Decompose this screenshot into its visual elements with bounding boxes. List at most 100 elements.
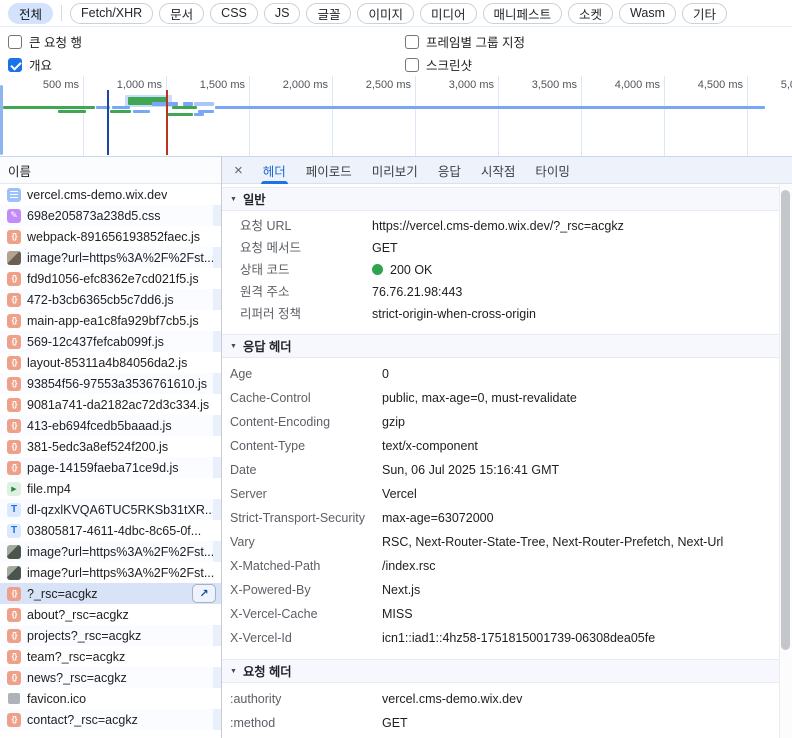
request-name: webpack-891656193852faec.js (27, 230, 200, 244)
header-value: /index.rsc (382, 559, 444, 574)
js-file-icon (7, 461, 21, 475)
network-overview-timeline[interactable]: 500 ms1,000 ms1,500 ms2,000 ms2,500 ms3,… (0, 76, 792, 157)
js-file-icon (7, 272, 21, 286)
open-in-new-tab-button[interactable]: ↗ (192, 584, 216, 603)
timeline-tick-label: 3,000 ms (428, 79, 494, 91)
collapse-arrow-icon: ▼ (230, 668, 237, 675)
filter-pill-other[interactable]: 기타 (682, 3, 727, 24)
checkbox-label: 스크린샷 (426, 55, 472, 74)
header-name: X-Vercel-Cache (222, 607, 382, 622)
section-title: 응답 헤더 (243, 337, 292, 355)
tab-preview[interactable]: 미리보기 (372, 157, 418, 184)
request-row[interactable]: image?url=https%3A%2F%2Fst... (0, 562, 221, 583)
overview-checkbox[interactable]: 개요 (8, 55, 405, 74)
section-header-general[interactable]: ▼일반 (222, 187, 779, 211)
request-name: team?_rsc=acgkz (27, 650, 125, 664)
section-title: 일반 (243, 190, 266, 208)
overview-waterfall-bar (110, 110, 131, 113)
big-request-rows-checkbox[interactable]: 큰 요청 행 (8, 32, 405, 51)
big-request-rows-checkbox-box[interactable] (8, 35, 22, 49)
section-header-response[interactable]: ▼응답 헤더 (222, 334, 779, 358)
pill-divider (61, 5, 62, 21)
filter-pill-font[interactable]: 글꼴 (306, 3, 351, 24)
filter-pill-wasm[interactable]: Wasm (619, 3, 676, 24)
request-row[interactable]: main-app-ea1c8fa929bf7cb5.js (0, 310, 221, 331)
overview-left-handle[interactable] (0, 85, 3, 155)
header-value: Next.js (382, 583, 428, 598)
filter-pill-manifest[interactable]: 매니페스트 (483, 3, 563, 24)
request-row[interactable]: 03805817-4611-4dbc-8c65-0f... (0, 520, 221, 541)
request-row[interactable]: team?_rsc=acgkz (0, 646, 221, 667)
filter-pill-js[interactable]: JS (264, 3, 301, 24)
request-row[interactable]: favicon.ico (0, 688, 221, 709)
request-row[interactable]: projects?_rsc=acgkz (0, 625, 221, 646)
section-response: ▼응답 헤더Age0Cache-Controlpublic, max-age=0… (222, 334, 779, 659)
request-name: file.mp4 (27, 482, 71, 496)
header-name: Server (222, 487, 382, 502)
filter-pill-document[interactable]: 문서 (159, 3, 204, 24)
screenshots-checkbox[interactable]: 스크린샷 (405, 55, 792, 74)
header-row: 요청 URLhttps://vercel.cms-demo.wix.dev/?_… (222, 215, 779, 237)
filter-pill-socket[interactable]: 소켓 (568, 3, 613, 24)
timeline-gridline (498, 76, 499, 156)
request-row[interactable]: file.mp4 (0, 478, 221, 499)
timeline-tick-label: 3,500 ms (511, 79, 577, 91)
header-value: strict-origin-when-cross-origin (372, 307, 544, 322)
request-row[interactable]: page-14159faeba71ce9d.js (0, 457, 221, 478)
request-row[interactable]: news?_rsc=acgkz (0, 667, 221, 688)
header-row: ServerVercel (222, 482, 779, 506)
tab-payload[interactable]: 페이로드 (306, 157, 352, 184)
filter-pill-fetch-xhr[interactable]: Fetch/XHR (70, 3, 153, 24)
header-value: GET (382, 716, 416, 731)
request-name: layout-85311a4b84056da2.js (27, 356, 187, 370)
section-header-request[interactable]: ▼ 요청 헤더 (222, 659, 779, 683)
header-name: X-Powered-By (222, 583, 382, 598)
filter-pill-all[interactable]: 전체 (8, 3, 53, 24)
request-row[interactable]: layout-85311a4b84056da2.js (0, 352, 221, 373)
fetch-file-icon (7, 629, 21, 643)
request-row[interactable]: image?url=https%3A%2F%2Fst... (0, 247, 221, 268)
group-by-frame-checkbox[interactable]: 프레임별 그룹 지정 (405, 32, 792, 51)
details-scrollbar[interactable] (779, 184, 792, 738)
request-row[interactable]: vercel.cms-demo.wix.dev (0, 184, 221, 205)
screenshots-checkbox-box[interactable] (405, 58, 419, 72)
scrollbar-thumb[interactable] (781, 190, 790, 650)
request-row[interactable]: 569-12c437fefcab099f.js (0, 331, 221, 352)
header-name: Cache-Control (222, 391, 382, 406)
tab-timing[interactable]: 타이밍 (535, 157, 570, 184)
request-name: 698e205873a238d5.css (27, 209, 160, 223)
header-value: 200 OK (372, 263, 440, 278)
section-title: 요청 헤더 (243, 662, 292, 680)
request-row[interactable]: contact?_rsc=acgkz (0, 709, 221, 730)
timeline-tick-label: 500 ms (13, 79, 79, 91)
request-name: vercel.cms-demo.wix.dev (27, 188, 167, 202)
dom-content-loaded-line (107, 90, 109, 155)
filter-pill-image[interactable]: 이미지 (357, 3, 414, 24)
timeline-tick-label: 1,000 ms (96, 79, 162, 91)
request-row[interactable]: fd9d1056-efc8362e7cd021f5.js (0, 268, 221, 289)
request-row[interactable]: 9081a741-da2182ac72d3c334.js (0, 394, 221, 415)
name-column-header[interactable]: 이름 (0, 157, 221, 184)
request-row[interactable]: about?_rsc=acgkz (0, 604, 221, 625)
close-icon[interactable]: × (234, 163, 243, 178)
tab-response[interactable]: 응답 (438, 157, 461, 184)
group-by-frame-checkbox-box[interactable] (405, 35, 419, 49)
section-rows: 요청 URLhttps://vercel.cms-demo.wix.dev/?_… (222, 211, 779, 334)
request-row[interactable]: 472-b3cb6365cb5c7dd6.js (0, 289, 221, 310)
request-list-panel: 이름 vercel.cms-demo.wix.dev 698e205873a238… (0, 157, 222, 738)
request-row[interactable]: 698e205873a238d5.css (0, 205, 221, 226)
network-filter-bar: 전체 Fetch/XHR 문서 CSS JS글꼴 이미지 미디어 매니페스트소켓 Wasm 기타 (0, 0, 792, 27)
overview-checkbox-box[interactable] (8, 58, 22, 72)
request-row[interactable]: 413-eb694fcedb5baaad.js (0, 415, 221, 436)
request-row[interactable]: ?_rsc=acgkz↗ (0, 583, 221, 604)
filter-pill-media[interactable]: 미디어 (420, 3, 477, 24)
request-row[interactable]: 93854f56-97553a3536761610.js (0, 373, 221, 394)
tab-initiator[interactable]: 시작점 (481, 157, 516, 184)
request-row[interactable]: dl-qzxlKVQA6TUC5RKSb31tXR... (0, 499, 221, 520)
request-row[interactable]: 381-5edc3a8ef524f200.js (0, 436, 221, 457)
request-name: image?url=https%3A%2F%2Fst... (27, 251, 214, 265)
tab-headers[interactable]: 헤더 (263, 157, 286, 184)
request-row[interactable]: image?url=https%3A%2F%2Fst... (0, 541, 221, 562)
filter-pill-css[interactable]: CSS (210, 3, 258, 24)
request-row[interactable]: webpack-891656193852faec.js (0, 226, 221, 247)
